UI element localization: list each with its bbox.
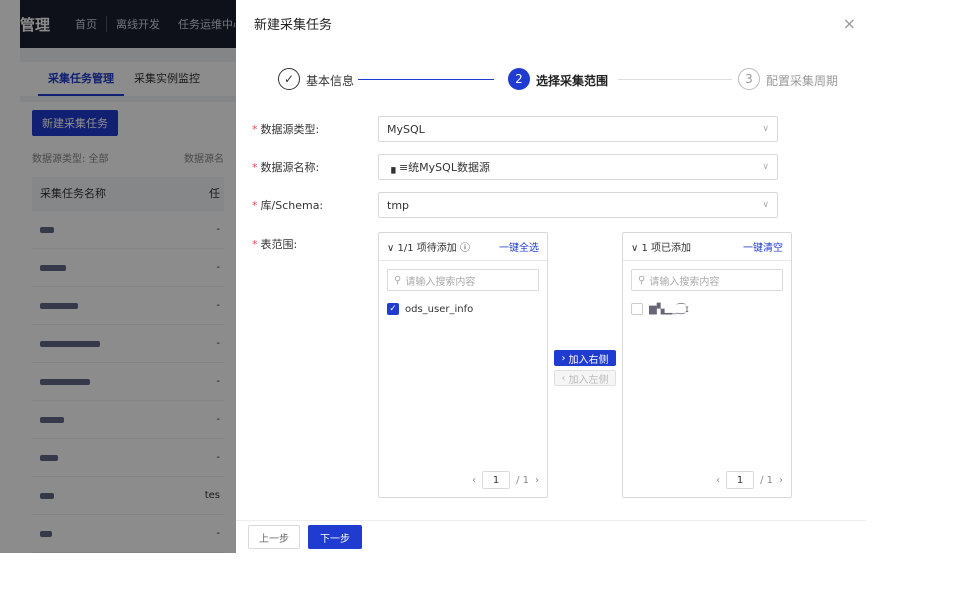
pagination: ‹ 1 / 1 › — [472, 471, 539, 489]
select-value: ▗ ≡统MySQL数据源 — [387, 161, 490, 174]
move-right-button[interactable]: › 加入右侧 — [554, 350, 616, 366]
check-icon: ✓ — [278, 68, 300, 90]
checkbox-checked[interactable]: ✓ — [387, 303, 399, 315]
search-placeholder: 请输入搜索内容 — [405, 276, 476, 288]
clear-all-button[interactable]: 一键清空 — [743, 239, 783, 254]
transfer-source-panel: ∨ 1/1 项待添加 ⓘ 一键全选 ⚲ 请输入搜索内容 ✓ ods_user_i… — [378, 232, 548, 498]
form-row-table-range: * 表范围: — [252, 236, 378, 252]
panel-count: ∨ 1/1 项待添加 ⓘ — [387, 243, 470, 254]
dialog-header: 新建采集任务 × — [236, 0, 866, 46]
page-input[interactable]: 1 — [726, 471, 755, 489]
panel-header: ∨ 1/1 项待添加 ⓘ 一键全选 — [379, 233, 547, 261]
form-row-schema: * 库/Schema: tmp ∨ — [252, 192, 778, 218]
step-label-basic-info: 基本信息 — [306, 74, 355, 88]
page-total: / 1 — [516, 474, 529, 486]
source-name-select[interactable]: ▗ ≡统MySQL数据源 ∨ — [378, 154, 778, 180]
chevron-left-icon[interactable]: ‹ — [472, 475, 476, 486]
chevron-down-icon: ∨ — [762, 162, 769, 172]
step-connector — [618, 79, 732, 80]
panel-count: ∨ 1 项已添加 — [631, 243, 692, 254]
chevron-left-icon: ‹ — [561, 372, 566, 384]
search-input[interactable]: ⚲ 请输入搜索内容 — [387, 269, 539, 291]
step-number-2: 2 — [508, 68, 530, 90]
search-icon: ⚲ — [394, 274, 402, 286]
step-label-range: 选择采集范围 — [536, 74, 609, 88]
select-value: tmp — [387, 198, 410, 212]
select-value: MySQL — [387, 122, 425, 136]
search-icon: ⚲ — [638, 274, 646, 286]
list-item[interactable]: ✓ ods_user_info — [379, 299, 547, 319]
checkbox-unchecked[interactable] — [631, 303, 643, 315]
pagination: ‹ 1 / 1 › — [716, 471, 783, 489]
dialog-footer: 上一步 下一步 — [236, 520, 866, 553]
chevron-down-icon: ∨ — [762, 124, 769, 134]
schema-select[interactable]: tmp ∨ — [378, 192, 778, 218]
next-step-button[interactable]: 下一步 — [308, 525, 362, 549]
search-input[interactable]: ⚲ 请输入搜索内容 — [631, 269, 783, 291]
form-label: * 库/Schema: — [252, 199, 324, 212]
chevron-right-icon[interactable]: › — [535, 475, 539, 486]
page-input[interactable]: 1 — [482, 471, 511, 489]
search-placeholder: 请输入搜索内容 — [649, 276, 720, 288]
step-number-3: 3 — [738, 68, 760, 90]
prev-step-button[interactable]: 上一步 — [248, 525, 300, 549]
chevron-left-icon[interactable]: ‹ — [716, 475, 720, 486]
list-item-label: ▆▚▁_⁐ɪ — [649, 303, 689, 315]
step-indicator: ✓ 基本信息 2 选择采集范围 3 配置采集周期 — [278, 68, 838, 92]
chevron-down-icon: ∨ — [762, 200, 769, 210]
dialog-title: 新建采集任务 — [254, 17, 333, 33]
modal-mask[interactable] — [0, 0, 236, 553]
chevron-right-icon: › — [561, 352, 566, 364]
form-row-source-type: * 数据源类型: MySQL ∨ — [252, 116, 778, 142]
form-row-source-name: * 数据源名称: ▗ ≡统MySQL数据源 ∨ — [252, 154, 778, 180]
move-left-button[interactable]: ‹ 加入左侧 — [554, 370, 616, 386]
page-total: / 1 — [760, 474, 773, 486]
form-label: * 数据源类型: — [252, 123, 320, 136]
form-label: * 表范围: — [252, 238, 298, 251]
source-type-select[interactable]: MySQL ∨ — [378, 116, 778, 142]
form-label: * 数据源名称: — [252, 161, 320, 174]
close-icon[interactable]: × — [843, 14, 856, 33]
select-all-button[interactable]: 一键全选 — [499, 239, 539, 254]
new-task-dialog: 新建采集任务 × ✓ 基本信息 2 选择采集范围 3 配置采集周期 * 数据源类型… — [236, 0, 866, 553]
panel-header: ∨ 1 项已添加 一键清空 — [623, 233, 791, 261]
list-item-label: ods_user_info — [405, 303, 474, 315]
list-item[interactable]: ▆▚▁_⁐ɪ — [623, 299, 791, 319]
step-label-schedule: 配置采集周期 — [766, 74, 839, 88]
step-connector — [358, 79, 494, 80]
chevron-right-icon[interactable]: › — [779, 475, 783, 486]
transfer-target-panel: ∨ 1 项已添加 一键清空 ⚲ 请输入搜索内容 ▆▚▁_⁐ɪ ‹ 1 / 1 › — [622, 232, 792, 498]
